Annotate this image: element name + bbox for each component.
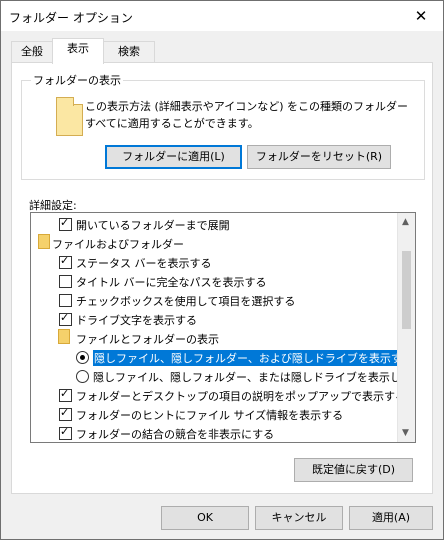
window-title: フォルダー オプション bbox=[9, 11, 133, 25]
tab-search[interactable]: 検索 bbox=[103, 41, 155, 62]
list-item: ファイルとフォルダーの表示 bbox=[31, 329, 397, 348]
checkbox[interactable] bbox=[59, 275, 72, 288]
radio-button[interactable] bbox=[76, 370, 89, 383]
checkbox[interactable] bbox=[59, 254, 72, 269]
reset-folders-button[interactable]: フォルダーをリセット(R) bbox=[247, 145, 391, 169]
folder-icon bbox=[56, 97, 83, 136]
list-scrollbar[interactable]: ▲ ▼ bbox=[397, 213, 415, 442]
scrollbar-thumb[interactable] bbox=[402, 251, 411, 329]
list-item[interactable]: 隠しファイル、隠しフォルダー、および隠しドライブを表示する bbox=[31, 349, 414, 367]
advanced-settings-label: 詳細設定: bbox=[29, 199, 77, 212]
advanced-settings-list[interactable]: 開いているフォルダーまで展開 ファイルおよびフォルダー ステータス バーを表示す… bbox=[30, 212, 416, 443]
list-item[interactable]: 隠しファイル、隠しフォルダー、または隠しドライブを表示しない bbox=[31, 368, 415, 386]
list-item[interactable]: フォルダーとデスクトップの項目の説明をポップアップで表示する bbox=[31, 387, 406, 405]
list-item[interactable]: 開いているフォルダーまで展開 bbox=[31, 216, 397, 234]
radio-button[interactable] bbox=[76, 351, 89, 364]
folder-view-legend: フォルダーの表示 bbox=[31, 72, 123, 88]
checkbox[interactable] bbox=[59, 216, 72, 231]
apply-button[interactable]: 適用(A) bbox=[349, 506, 433, 530]
list-item[interactable]: フォルダーの結合の競合を非表示にする bbox=[31, 425, 397, 442]
apply-to-folders-button[interactable]: フォルダーに適用(L) bbox=[105, 145, 242, 169]
checkbox[interactable] bbox=[59, 294, 72, 307]
folder-view-description: この表示方法 (詳細表示やアイコンなど) をこの種類のフォルダーすべてに適用する… bbox=[85, 100, 409, 130]
list-item[interactable]: ステータス バーを表示する bbox=[31, 254, 397, 272]
title-bar[interactable]: フォルダー オプション ✕ bbox=[1, 1, 443, 31]
chevron-down-icon[interactable]: ▼ bbox=[402, 428, 409, 438]
tab-view[interactable]: 表示 bbox=[52, 38, 104, 64]
tab-general[interactable]: 全般 bbox=[11, 41, 53, 62]
ok-button[interactable]: OK bbox=[161, 506, 249, 530]
cancel-button[interactable]: キャンセル bbox=[255, 506, 343, 530]
checkbox[interactable] bbox=[59, 311, 72, 326]
restore-defaults-button[interactable]: 既定値に戻す(D) bbox=[294, 458, 413, 482]
chevron-up-icon[interactable]: ▲ bbox=[402, 217, 409, 227]
folder-icon bbox=[58, 329, 70, 344]
list-item: ファイルおよびフォルダー bbox=[31, 234, 397, 253]
checkbox[interactable] bbox=[59, 406, 72, 421]
close-icon[interactable]: ✕ bbox=[399, 1, 443, 31]
list-item[interactable]: フォルダーのヒントにファイル サイズ情報を表示する bbox=[31, 406, 397, 424]
folder-options-window: フォルダー オプション ✕ 全般 表示 検索 フォルダーの表示 この表示方法 (… bbox=[0, 0, 444, 540]
list-item[interactable]: チェックボックスを使用して項目を選択する bbox=[31, 292, 397, 310]
folder-icon bbox=[38, 234, 50, 249]
list-item[interactable]: タイトル バーに完全なパスを表示する bbox=[31, 273, 397, 291]
list-item[interactable]: ドライブ文字を表示する bbox=[31, 311, 397, 329]
checkbox[interactable] bbox=[59, 425, 72, 440]
checkbox[interactable] bbox=[59, 387, 72, 402]
